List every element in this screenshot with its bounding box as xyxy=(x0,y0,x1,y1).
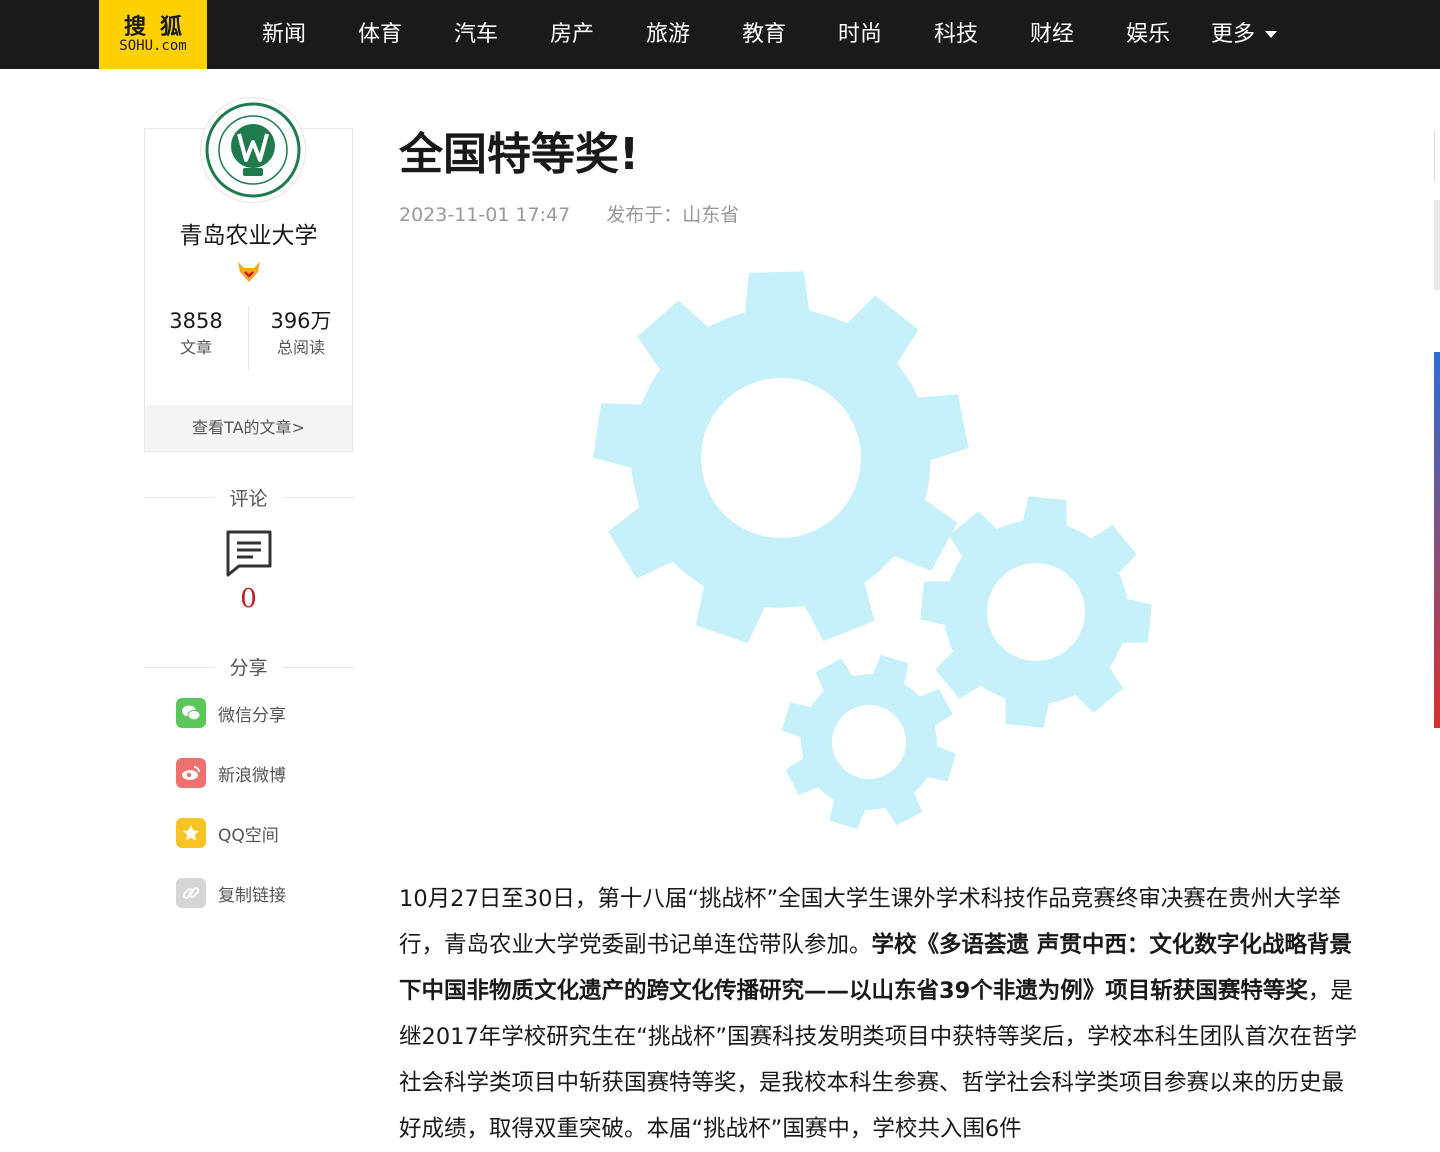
author-stats: 3858 文章 396万 总阅读 xyxy=(144,306,353,370)
share-copy-link[interactable]: 复制链接 xyxy=(176,877,286,909)
comment-count[interactable]: 0 xyxy=(144,584,353,614)
fox-badge-icon xyxy=(238,262,260,282)
share-weibo-label: 新浪微博 xyxy=(218,765,286,786)
stat-reads-label: 总阅读 xyxy=(276,338,325,357)
stat-articles: 3858 文章 xyxy=(144,306,249,370)
stat-articles-label: 文章 xyxy=(179,338,212,357)
nav-item-travel[interactable]: 旅游 xyxy=(620,0,716,69)
nav-item-entertainment[interactable]: 娱乐 xyxy=(1100,0,1196,69)
chevron-down-icon xyxy=(1265,31,1277,38)
share-qzone[interactable]: QQ空间 xyxy=(176,817,279,849)
share-weibo[interactable]: 新浪微博 xyxy=(176,757,286,789)
university-seal-icon xyxy=(205,102,301,198)
nav-item-sports[interactable]: 体育 xyxy=(332,0,428,69)
view-author-articles-button[interactable]: 查看TA的文章> xyxy=(145,405,352,451)
article-date: 2023-11-01 17:47 xyxy=(399,204,571,226)
gears-illustration xyxy=(593,271,1152,830)
nav-item-education[interactable]: 教育 xyxy=(716,0,812,69)
link-icon xyxy=(176,878,206,908)
channel-nav: 新闻 体育 汽车 房产 旅游 教育 时尚 科技 财经 娱乐 更多 xyxy=(236,0,1292,69)
nav-item-finance[interactable]: 财经 xyxy=(1004,0,1100,69)
share-qzone-label: QQ空间 xyxy=(218,825,279,846)
stat-reads-value: 396万 xyxy=(270,309,332,333)
comments-title: 评论 xyxy=(229,488,268,510)
qzone-icon xyxy=(176,818,206,848)
author-avatar[interactable] xyxy=(200,97,306,203)
logo-text-en: SOHU.com xyxy=(119,38,187,54)
share-title: 分享 xyxy=(229,657,268,679)
nav-item-tech[interactable]: 科技 xyxy=(908,0,1004,69)
right-rail-fragment xyxy=(1434,130,1440,182)
share-wechat[interactable]: 微信分享 xyxy=(176,697,286,729)
nav-item-auto[interactable]: 汽车 xyxy=(428,0,524,69)
article-location: 发布于：山东省 xyxy=(606,204,740,226)
weibo-icon xyxy=(176,758,206,788)
author-name[interactable]: 青岛农业大学 xyxy=(144,216,353,250)
article-body: 10月27日至30日，第十八届“挑战杯”全国大学生课外学术科技作品竞赛终审决赛在… xyxy=(399,876,1363,1152)
nav-item-house[interactable]: 房产 xyxy=(524,0,620,69)
nav-more-menu[interactable]: 更多 xyxy=(1196,0,1292,69)
nav-more-label: 更多 xyxy=(1210,22,1255,47)
sohu-logo[interactable]: 搜狐 SOHU.com xyxy=(99,0,207,69)
article-meta: 2023-11-01 17:47 发布于：山东省 xyxy=(399,200,739,227)
right-rail-fragment xyxy=(1434,200,1440,290)
stat-articles-value: 3858 xyxy=(169,309,223,333)
share-copy-link-label: 复制链接 xyxy=(218,885,286,906)
share-wechat-label: 微信分享 xyxy=(218,705,286,726)
comment-icon[interactable] xyxy=(225,529,273,577)
wechat-icon xyxy=(176,698,206,728)
stat-reads: 396万 总阅读 xyxy=(249,306,353,370)
logo-text-cn: 搜狐 xyxy=(123,15,196,40)
nav-item-fashion[interactable]: 时尚 xyxy=(812,0,908,69)
article-title: 全国特等奖! xyxy=(399,129,640,180)
top-nav-bar: 搜狐 SOHU.com 新闻 体育 汽车 房产 旅游 教育 时尚 科技 财经 娱… xyxy=(0,0,1440,69)
right-rail-fragment xyxy=(1434,352,1440,728)
nav-item-news[interactable]: 新闻 xyxy=(236,0,332,69)
